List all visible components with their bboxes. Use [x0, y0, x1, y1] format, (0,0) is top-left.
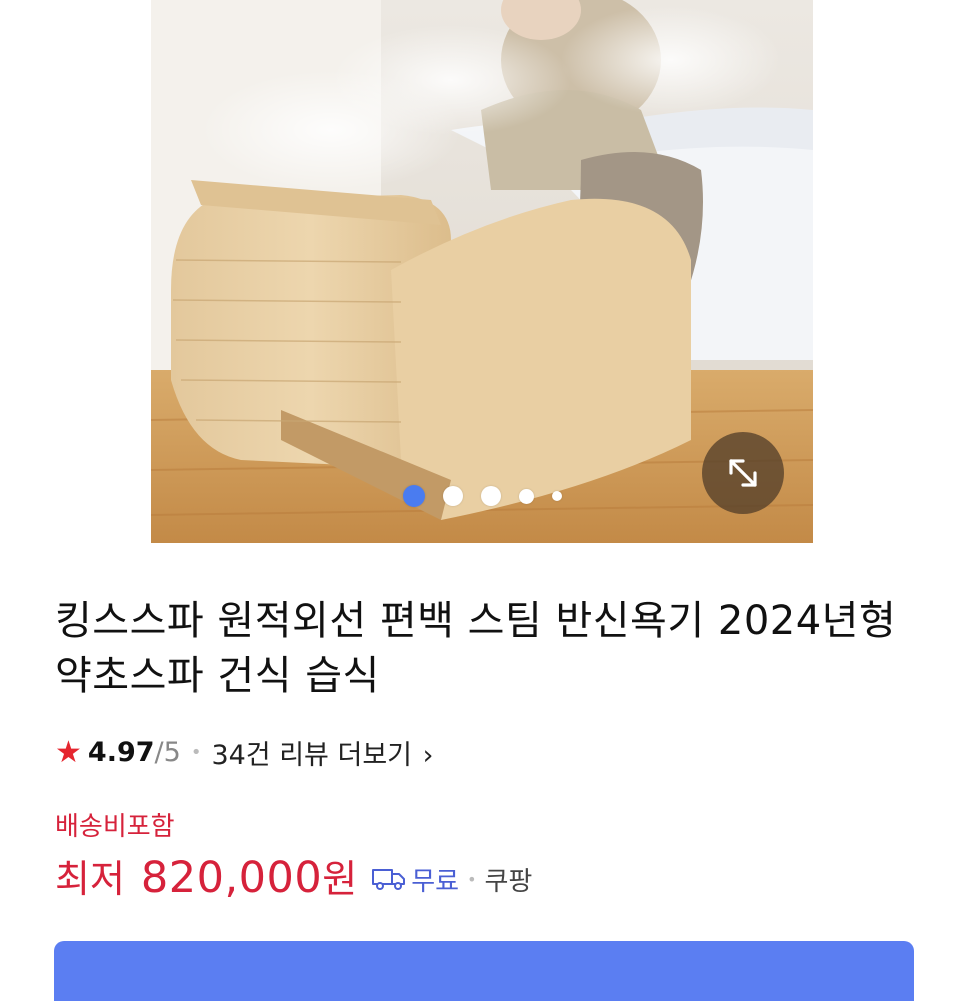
- rating-score: 4.97: [87, 736, 155, 768]
- carousel-dot[interactable]: [551, 491, 562, 501]
- expand-icon: [729, 459, 757, 487]
- price-value: 820,000: [140, 853, 323, 903]
- rating-row: ★ 4.97 /5 • 34건 리뷰 더보기 ›: [55, 731, 433, 773]
- carousel-dot[interactable]: [518, 488, 534, 504]
- truck-icon: [372, 869, 406, 890]
- seller-name: 쿠팡: [484, 866, 533, 897]
- carousel-dot-active[interactable]: [402, 485, 425, 507]
- carousel-dot[interactable]: [442, 486, 463, 506]
- expand-image-button[interactable]: [702, 432, 784, 514]
- product-title: 킹스스파 원적외선 편백 스팀 반신욕기 2024년형 약초스파 건식 습식: [55, 598, 897, 699]
- review-link-label: 34건 리뷰 더보기: [211, 739, 412, 771]
- price-prefix: 최저: [55, 857, 125, 901]
- primary-action-button[interactable]: [54, 941, 914, 1001]
- price-row: 최저 820,000 원 무료 • 쿠팡: [55, 848, 532, 904]
- delivery-info: 무료 • 쿠팡: [371, 861, 532, 898]
- chevron-right-icon: ›: [422, 739, 434, 771]
- review-link[interactable]: 34건 리뷰 더보기 ›: [211, 733, 433, 772]
- carousel-dot[interactable]: [480, 486, 501, 506]
- free-shipping-label: 무료: [411, 866, 460, 897]
- rating-max: /5: [154, 736, 181, 768]
- separator-dot: •: [190, 741, 202, 763]
- product-image[interactable]: [151, 0, 813, 543]
- star-icon: ★: [55, 734, 82, 770]
- shipping-included-label: 배송비포함: [55, 812, 175, 842]
- price-unit: 원: [322, 857, 358, 901]
- separator-dot: •: [467, 869, 477, 889]
